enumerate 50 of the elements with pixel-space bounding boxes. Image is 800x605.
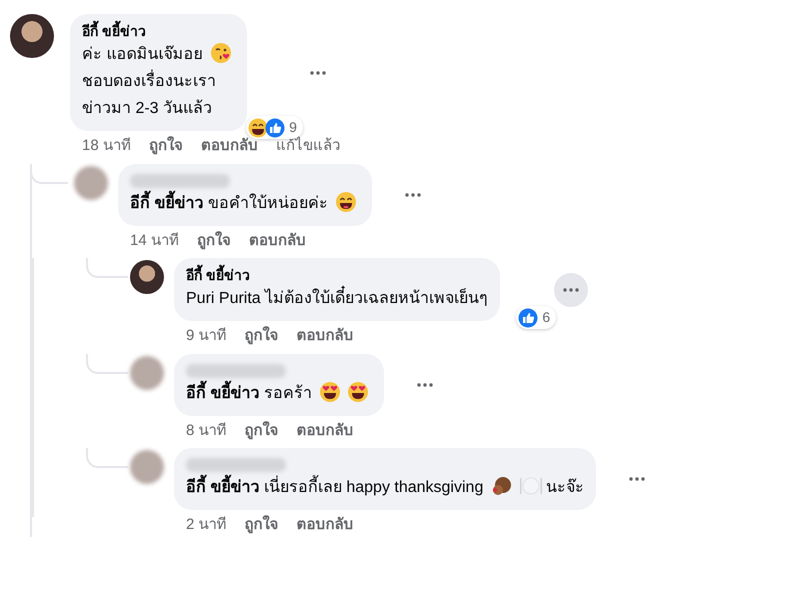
reply-link[interactable]: ตอบกลับ	[296, 325, 354, 348]
like-link[interactable]: ถูกใจ	[244, 514, 279, 536]
more-icon	[405, 192, 422, 196]
like-link[interactable]: ถูกใจ	[148, 135, 183, 158]
more-icon	[417, 382, 434, 386]
comment-text: ข่าวมา 2-3 วันแล้ว	[82, 98, 212, 119]
heart-eyes-face-icon	[319, 380, 342, 402]
thread-connector	[86, 448, 128, 468]
like-link[interactable]: ถูกใจ	[244, 420, 279, 442]
comment-time[interactable]: 2 นาที	[186, 514, 227, 536]
mention-link[interactable]: อีกี้ ขยี้ข่าว	[130, 190, 204, 216]
avatar[interactable]	[130, 260, 164, 294]
plate-icon	[518, 475, 543, 497]
more-options-button[interactable]	[554, 272, 588, 306]
reactions-pill[interactable]: 6	[516, 306, 556, 329]
reaction-number: 9	[289, 118, 297, 136]
comment-text: เนี่ยรอกี้เลย happy thanksgiving	[264, 474, 484, 501]
mention-link[interactable]: อีกี้ ขยี้ข่าว	[186, 380, 260, 406]
mention-link[interactable]: อีกี้ ขยี้ข่าว	[186, 474, 260, 501]
like-link[interactable]: ถูกใจ	[244, 325, 279, 348]
comment-text: Puri Purita ไม่ต้องใบ้เดี๋ยวเฉลยหน้าเพจเย็นๆ	[186, 285, 488, 312]
reply-link[interactable]: ตอบกลับ	[296, 420, 354, 442]
more-icon	[310, 70, 326, 74]
comment-text: รอคร้า	[264, 384, 312, 404]
more-icon	[628, 477, 645, 481]
thread-connector	[86, 258, 128, 278]
turkey-icon	[490, 475, 513, 497]
author-name[interactable]: อีกี้ ขยี้ข่าว	[186, 265, 488, 285]
like-reaction-icon	[518, 308, 538, 328]
comment-text: ขอคำใบ้หน่อยค่ะ	[208, 192, 328, 214]
reply-link[interactable]: ตอบกลับ	[296, 514, 354, 536]
thread-connector	[86, 354, 128, 374]
comment-time[interactable]: 18 นาที	[82, 135, 131, 158]
comment-time[interactable]: 9 นาที	[186, 325, 227, 348]
like-link[interactable]: ถูกใจ	[196, 230, 231, 252]
grinning-face-icon	[335, 190, 358, 212]
comment-time[interactable]: 14 นาที	[130, 230, 179, 252]
comment-text: ชอบดองเรื่องนะเรา	[82, 68, 216, 95]
heart-eyes-face-icon	[347, 380, 370, 402]
reply-link[interactable]: ตอบกลับ	[248, 230, 306, 252]
kissing-face-icon	[210, 42, 232, 64]
comment-text: ค่ะ แอดมินเจ๊มอย	[82, 44, 202, 65]
avatar[interactable]	[10, 14, 54, 58]
author-name[interactable]: อีกี้ ขยี้ข่าว	[82, 21, 235, 41]
like-reaction-icon	[265, 118, 286, 138]
more-icon	[563, 288, 580, 292]
reaction-number: 6	[542, 308, 550, 327]
comment-time[interactable]: 8 นาที	[186, 420, 227, 442]
laughing-reaction-icon	[248, 118, 268, 138]
comment-text: นะจ๊ะ	[546, 477, 584, 498]
